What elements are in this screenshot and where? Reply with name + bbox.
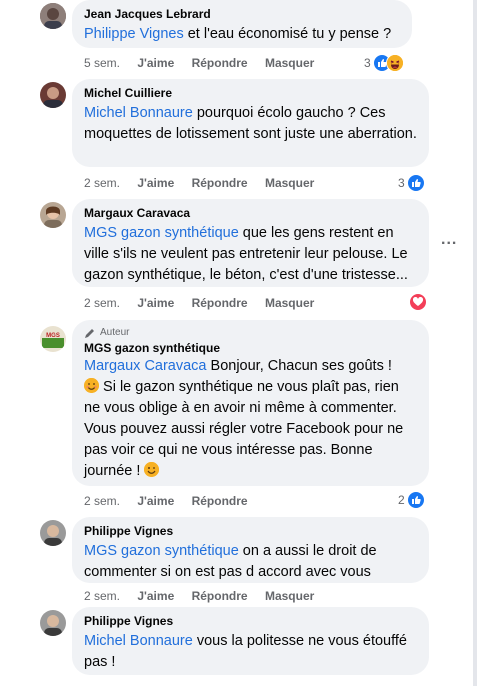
reply-button[interactable]: Répondre <box>192 296 248 310</box>
avatar[interactable] <box>40 3 66 29</box>
reaction-count: 2 <box>398 493 405 507</box>
avatar-photo <box>40 82 66 108</box>
comment-body: et l'eau économisé tu y pense ? <box>183 26 392 42</box>
like-button[interactable]: J'aime <box>137 494 174 508</box>
avatar-photo: MGS <box>40 326 66 352</box>
reply-button[interactable]: Répondre <box>192 494 248 508</box>
comment-text: Michel Bonnaure vous la politesse ne vou… <box>84 631 417 673</box>
comment-author[interactable]: Michel Cuilliere <box>84 86 417 101</box>
comment-actions: 2 sem. J'aime Répondre Masquer <box>84 295 328 311</box>
more-options-button[interactable]: ... <box>441 231 457 249</box>
hide-button[interactable]: Masquer <box>265 589 314 603</box>
smile-emoji-icon <box>84 378 99 393</box>
comment-text: MGS gazon synthétique on a aussi le droi… <box>84 541 417 583</box>
mention-link[interactable]: MGS gazon synthétique <box>84 543 239 559</box>
avatar[interactable] <box>40 520 66 546</box>
timestamp[interactable]: 2 sem. <box>84 296 120 310</box>
reaction-summary[interactable] <box>409 293 427 311</box>
svg-text:MGS: MGS <box>46 333 60 339</box>
comment-bubble: Margaux Caravaca MGS gazon synthétique q… <box>72 199 429 287</box>
comment-bubble: Michel Cuilliere Michel Bonnaure pourquo… <box>72 79 429 167</box>
avatar[interactable] <box>40 610 66 636</box>
like-button[interactable]: J'aime <box>137 296 174 310</box>
like-button[interactable]: J'aime <box>137 56 174 70</box>
comment-author[interactable]: MGS gazon synthétique <box>84 341 417 356</box>
timestamp[interactable]: 2 sem. <box>84 494 120 508</box>
comment-actions: 5 sem. J'aime Répondre Masquer <box>84 55 328 71</box>
heart-icon <box>409 293 427 311</box>
comment-actions: 2 sem. J'aime Répondre Masquer <box>84 588 328 604</box>
comment-text: Margaux Caravaca Bonjour, Chacun ses goû… <box>84 356 417 482</box>
avatar[interactable]: MGS <box>40 326 66 352</box>
comment-author[interactable]: Margaux Caravaca <box>84 206 417 221</box>
hide-button[interactable]: Masquer <box>265 56 314 70</box>
avatar-photo <box>40 3 66 29</box>
author-badge-label: Auteur <box>100 327 130 338</box>
pencil-icon <box>85 328 94 338</box>
comment-bubble: Philippe Vignes MGS gazon synthétique on… <box>72 517 429 583</box>
timestamp[interactable]: 2 sem. <box>84 589 120 603</box>
mention-link[interactable]: Margaux Caravaca <box>84 358 207 374</box>
comment-actions: 2 sem. J'aime Répondre <box>84 493 262 509</box>
reaction-summary[interactable]: 3 <box>364 54 404 72</box>
reaction-count: 3 <box>364 56 371 70</box>
reply-button[interactable]: Répondre <box>192 56 248 70</box>
avatar-photo <box>40 610 66 636</box>
reaction-summary[interactable]: 2 <box>398 491 425 509</box>
comment-text: Michel Bonnaure pourquoi écolo gaucho ? … <box>84 103 417 145</box>
comment-bubble: Philippe Vignes Michel Bonnaure vous la … <box>72 607 429 675</box>
comment-body: Bonjour, Chacun ses goûts ! <box>206 358 392 374</box>
like-icon <box>406 491 425 509</box>
comment-text: Philippe Vignes et l'eau économisé tu y … <box>84 24 400 45</box>
mention-link[interactable]: Michel Bonnaure <box>84 105 193 121</box>
avatar-photo <box>40 202 66 228</box>
comment-actions: 2 sem. J'aime Répondre Masquer <box>84 175 328 191</box>
scrollbar-track[interactable] <box>473 0 477 686</box>
author-badge: Auteur <box>84 326 417 339</box>
haha-icon <box>385 54 404 72</box>
comment-author[interactable]: Jean Jacques Lebrard <box>84 7 400 22</box>
hide-button[interactable]: Masquer <box>265 176 314 190</box>
timestamp[interactable]: 5 sem. <box>84 56 120 70</box>
comment-text: MGS gazon synthétique que les gens reste… <box>84 223 417 286</box>
avatar-photo <box>40 520 66 546</box>
comment-bubble: Auteur MGS gazon synthétique Margaux Car… <box>72 320 429 486</box>
comment-body-continued: Si le gazon synthétique ne vous plaît pa… <box>84 379 404 479</box>
reply-button[interactable]: Répondre <box>192 589 248 603</box>
like-button[interactable]: J'aime <box>137 589 174 603</box>
like-icon <box>406 174 425 192</box>
comment-bubble: Jean Jacques Lebrard Philippe Vignes et … <box>72 0 412 48</box>
mention-link[interactable]: MGS gazon synthétique <box>84 225 239 241</box>
avatar[interactable] <box>40 202 66 228</box>
wink-emoji-icon <box>144 462 160 477</box>
like-button[interactable]: J'aime <box>137 176 174 190</box>
mention-link[interactable]: Philippe Vignes <box>84 26 184 42</box>
comment-author[interactable]: Philippe Vignes <box>84 614 417 629</box>
avatar[interactable] <box>40 82 66 108</box>
hide-button[interactable]: Masquer <box>265 296 314 310</box>
comment-author[interactable]: Philippe Vignes <box>84 524 417 539</box>
reaction-summary[interactable]: 3 <box>398 174 425 192</box>
timestamp[interactable]: 2 sem. <box>84 176 120 190</box>
reply-button[interactable]: Répondre <box>192 176 248 190</box>
mention-link[interactable]: Michel Bonnaure <box>84 633 193 649</box>
reaction-count: 3 <box>398 176 405 190</box>
